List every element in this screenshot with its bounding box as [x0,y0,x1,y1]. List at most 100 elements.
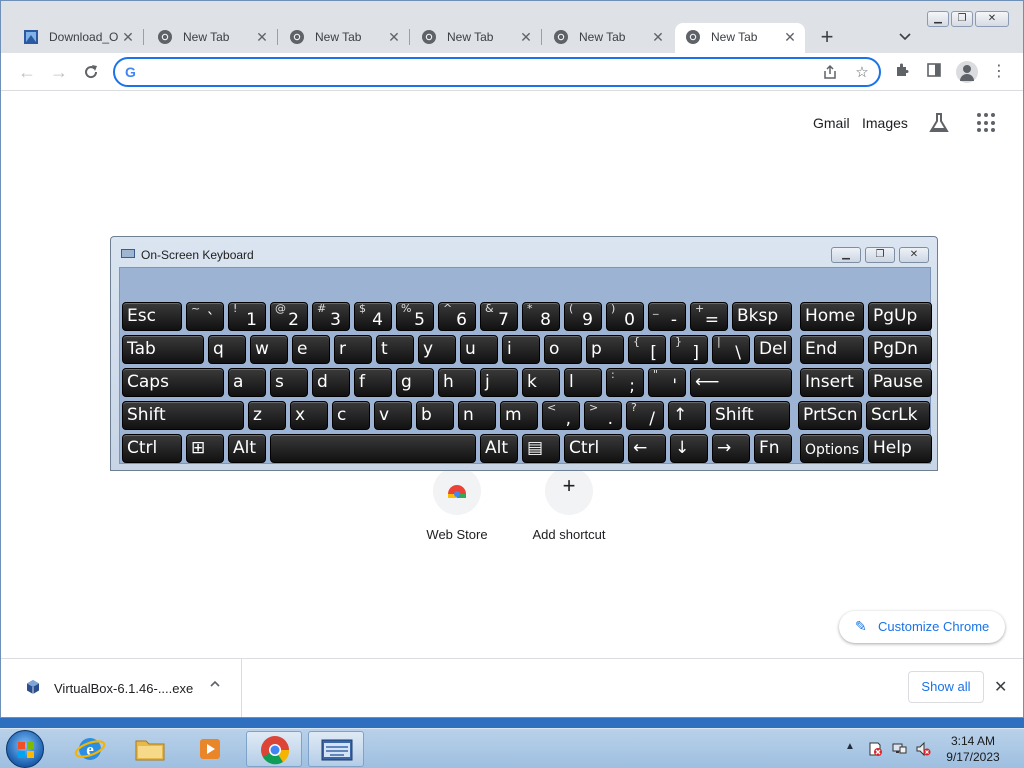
google-apps-icon[interactable] [977,113,997,133]
share-icon[interactable] [821,64,839,82]
reload-button[interactable] [80,61,102,83]
close-tab-icon[interactable]: ✕ [119,28,137,46]
chrome-labs-icon[interactable] [927,111,951,135]
osk-minimize-button[interactable]: ▁ [831,247,861,263]
key-8[interactable]: * 8 [522,302,560,331]
key-n[interactable]: n [458,401,496,430]
key-r1c12[interactable]: }] [670,335,708,364]
key-b[interactable]: b [416,401,454,430]
gmail-link[interactable]: Gmail [813,115,850,131]
chevron-up-icon[interactable] [209,678,221,693]
key-7[interactable]: & 7 [480,302,518,331]
key-6[interactable]: ^ 6 [438,302,476,331]
osk-titlebar[interactable]: On-Screen Keyboard ▁ ❐ ✕ [111,237,937,267]
key-d[interactable]: d [312,368,350,397]
key-3[interactable]: #3 [312,302,350,331]
key-g[interactable]: g [396,368,434,397]
key-r4c5[interactable]: ▤ [522,434,560,463]
browser-tab[interactable]: New Tab ✕ [543,23,673,51]
key-z[interactable]: z [248,401,286,430]
show-all-downloads-button[interactable]: Show all [908,671,984,703]
key-y[interactable]: y [418,335,456,364]
taskbar-chrome[interactable] [246,731,302,767]
key-r4c7[interactable]: ← [628,434,666,463]
key-r[interactable]: r [334,335,372,364]
browser-tab[interactable]: New Tab ✕ [411,23,542,51]
key-k[interactable]: k [522,368,560,397]
key-r4c9[interactable]: → [712,434,750,463]
images-link[interactable]: Images [862,115,908,131]
key-h[interactable]: h [438,368,476,397]
restore-button[interactable]: ❐ [951,11,973,27]
address-bar[interactable]: G ☆ [113,57,881,87]
key-r2c11[interactable]: " ' [648,368,686,397]
key-r0c1[interactable]: ~ ` [186,302,224,331]
key-bksp[interactable]: Bksp [732,302,792,331]
key-v[interactable]: v [374,401,412,430]
key-help[interactable]: Help [868,434,932,463]
close-tab-icon[interactable]: ✕ [253,28,271,46]
key-options[interactable]: Options [800,434,864,463]
taskbar-file-explorer[interactable] [122,731,178,767]
shortcut-add[interactable]: + Add shortcut [519,467,619,542]
browser-tab[interactable]: New Tab ✕ [147,23,278,51]
close-tab-icon[interactable]: ✕ [781,28,799,46]
key-ctrl[interactable]: Ctrl [122,434,182,463]
key-r2c10[interactable]: :; [606,368,644,397]
kebab-menu-icon[interactable]: ⋮ [989,62,1009,82]
key-4[interactable]: $4 [354,302,392,331]
shortcut-web-store[interactable]: Web Store [407,467,507,542]
browser-tab[interactable]: New Tab ✕ [279,23,410,51]
key-o[interactable]: o [544,335,582,364]
osk-maximize-button[interactable]: ❐ [865,247,895,263]
start-button[interactable] [6,730,44,768]
taskbar-internet-explorer[interactable]: e [62,731,118,767]
key-r3c10[interactable]: ? / [626,401,664,430]
extensions-icon[interactable] [892,62,912,82]
key-r3c8[interactable]: <, [542,401,580,430]
key-r4c1[interactable]: ⊞ [186,434,224,463]
key-ctrl[interactable]: Ctrl [564,434,624,463]
key-pause[interactable]: Pause [868,368,932,397]
key-e[interactable]: e [292,335,330,364]
key-alt[interactable]: Alt [480,434,518,463]
bookmark-star-icon[interactable]: ☆ [853,64,871,82]
key-q[interactable]: q [208,335,246,364]
key-t[interactable]: t [376,335,414,364]
close-tab-icon[interactable]: ✕ [649,28,667,46]
key-shift[interactable]: Shift [122,401,244,430]
key-pgup[interactable]: PgUp [868,302,932,331]
key-insert[interactable]: Insert [800,368,864,397]
close-download-shelf-icon[interactable]: ✕ [994,677,1007,697]
key-l[interactable]: l [564,368,602,397]
key-r3c9[interactable]: >. [584,401,622,430]
key-p[interactable]: p [586,335,624,364]
close-window-button[interactable]: ✕ [975,11,1009,27]
key-c[interactable]: c [332,401,370,430]
key-2[interactable]: @2 [270,302,308,331]
key-pgdn[interactable]: PgDn [868,335,932,364]
key-x[interactable]: x [290,401,328,430]
key-u[interactable]: u [460,335,498,364]
key-r0c12[interactable]: _ - [648,302,686,331]
key-r0c13[interactable]: + = [690,302,728,331]
new-tab-button[interactable]: + [816,26,838,49]
key-r1c11[interactable]: {[ [628,335,666,364]
key-del[interactable]: Del [754,335,792,364]
key-f[interactable]: f [354,368,392,397]
key-r4c8[interactable]: ↓ [670,434,708,463]
browser-tab[interactable]: New Tab ✕ [675,23,805,53]
taskbar-on-screen-keyboard[interactable] [308,731,364,767]
customize-chrome-button[interactable]: ✎ Customize Chrome [839,611,1005,643]
key-r3c11[interactable]: ↑ [668,401,706,430]
close-tab-icon[interactable]: ✕ [517,28,535,46]
key-space[interactable] [270,434,476,463]
key-r1c13[interactable]: | \ [712,335,750,364]
key-i[interactable]: i [502,335,540,364]
key-a[interactable]: a [228,368,266,397]
key-prtscn[interactable]: PrtScn [798,401,862,430]
show-hidden-icons-button[interactable]: ▲ [845,741,855,752]
side-panel-icon[interactable] [924,62,944,82]
key-s[interactable]: s [270,368,308,397]
key-m[interactable]: m [500,401,538,430]
